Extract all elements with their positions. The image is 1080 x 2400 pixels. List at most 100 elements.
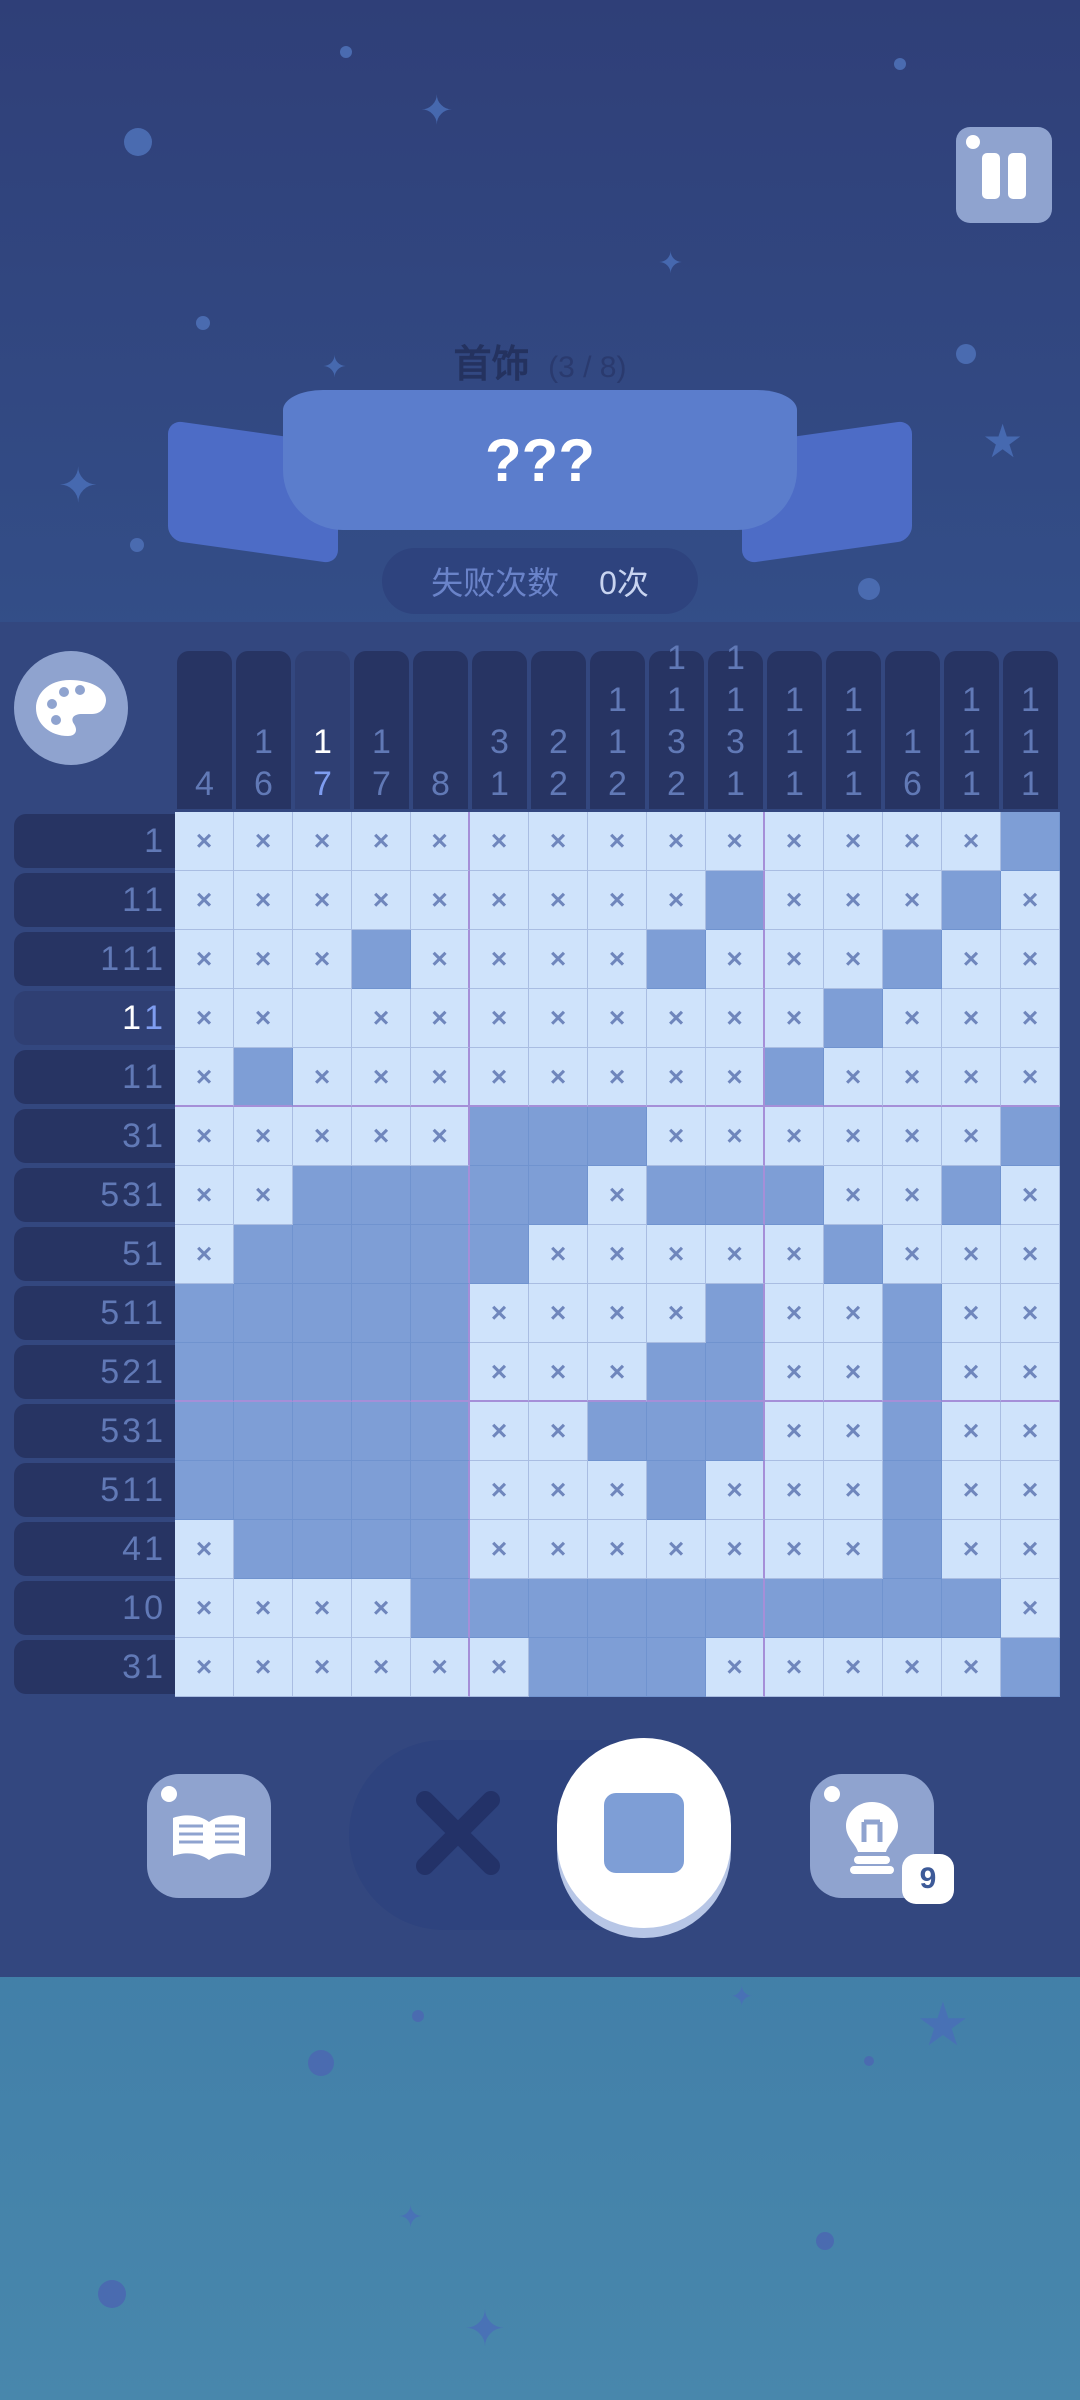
grid-cell-filled[interactable] [706,871,765,930]
grid-cell-filled[interactable] [293,1343,352,1402]
grid-cell-crossed[interactable]: × [942,1638,1001,1697]
grid-cell-crossed[interactable]: × [411,812,470,871]
grid-cell-crossed[interactable]: × [470,989,529,1048]
grid-cell-crossed[interactable]: × [883,812,942,871]
grid-cell-filled[interactable] [647,1402,706,1461]
grid-cell-filled[interactable] [647,1166,706,1225]
grid-cell-crossed[interactable]: × [706,1638,765,1697]
grid-cell-crossed[interactable]: × [588,1225,647,1284]
grid-cell-filled[interactable] [234,1343,293,1402]
grid-cell-filled[interactable] [824,1225,883,1284]
grid-cell-crossed[interactable]: × [470,1638,529,1697]
grid-cell-filled[interactable] [883,1284,942,1343]
grid-cell-filled[interactable] [706,1343,765,1402]
grid-cell-crossed[interactable]: × [529,871,588,930]
grid-cell-filled[interactable] [175,1461,234,1520]
grid-cell-crossed[interactable]: × [824,871,883,930]
grid-cell-filled[interactable] [411,1402,470,1461]
grid-cell-crossed[interactable]: × [765,930,824,989]
grid-cell-crossed[interactable]: × [411,1107,470,1166]
grid-cell-filled[interactable] [352,930,411,989]
grid-cell-filled[interactable] [647,930,706,989]
grid-cell-filled[interactable] [352,1225,411,1284]
grid-cell-crossed[interactable]: × [293,1638,352,1697]
grid-cell-filled[interactable] [588,1107,647,1166]
grid-cell-crossed[interactable]: × [470,812,529,871]
grid-cell-crossed[interactable]: × [352,1638,411,1697]
grid-cell-filled[interactable] [411,1284,470,1343]
grid-cell-filled[interactable] [647,1343,706,1402]
grid-cell-crossed[interactable]: × [1001,1284,1060,1343]
grid-cell-filled[interactable] [883,930,942,989]
grid-cell-crossed[interactable]: × [1001,1048,1060,1107]
grid-cell-crossed[interactable]: × [1001,1579,1060,1638]
grid-cell-filled[interactable] [234,1284,293,1343]
grid-cell-crossed[interactable]: × [883,1048,942,1107]
grid-cell-filled[interactable] [470,1225,529,1284]
grid-cell-filled[interactable] [411,1166,470,1225]
grid-cell-crossed[interactable]: × [588,1166,647,1225]
grid-cell-crossed[interactable]: × [765,989,824,1048]
grid-cell-crossed[interactable]: × [765,1343,824,1402]
grid-cell-crossed[interactable]: × [529,1048,588,1107]
grid-cell-crossed[interactable]: × [824,1284,883,1343]
grid-cell-crossed[interactable]: × [234,1166,293,1225]
grid-cell-crossed[interactable]: × [529,1402,588,1461]
grid-cell-crossed[interactable]: × [942,989,1001,1048]
grid-cell-filled[interactable] [765,1166,824,1225]
grid-cell-filled[interactable] [234,1520,293,1579]
grid-cell-crossed[interactable]: × [175,812,234,871]
grid-cell-filled[interactable] [942,871,1001,930]
grid-cell-crossed[interactable]: × [293,812,352,871]
grid-cell-filled[interactable] [352,1284,411,1343]
grid-cell-filled[interactable] [411,1225,470,1284]
grid-cell-crossed[interactable]: × [175,930,234,989]
grid-cell-crossed[interactable]: × [942,1520,1001,1579]
grid-cell-crossed[interactable]: × [883,989,942,1048]
grid-cell-crossed[interactable]: × [647,1225,706,1284]
grid-cell-crossed[interactable]: × [529,1461,588,1520]
grid-cell-crossed[interactable]: × [470,1343,529,1402]
grid-cell-crossed[interactable]: × [352,1107,411,1166]
grid-cell-crossed[interactable]: × [588,812,647,871]
grid-cell-filled[interactable] [234,1048,293,1107]
grid-cell-filled[interactable] [411,1579,470,1638]
grid-cell-crossed[interactable]: × [529,1343,588,1402]
grid-cell-filled[interactable] [706,1579,765,1638]
grid-cell-filled[interactable] [588,1402,647,1461]
grid-cell-filled[interactable] [470,1107,529,1166]
grid-cell-crossed[interactable]: × [706,1107,765,1166]
grid-cell-crossed[interactable]: × [175,1107,234,1166]
puzzle-grid[interactable]: × × × × × × × × × × × × × × × × × × × × × × × × × × × × × × × × × × × × × × × ×… [175,812,1060,1697]
grid-cell-filled[interactable] [1001,812,1060,871]
grid-cell-filled[interactable] [1001,1638,1060,1697]
grid-cell-filled[interactable] [647,1638,706,1697]
grid-cell-filled[interactable] [293,1461,352,1520]
grid-cell-filled[interactable] [175,1343,234,1402]
grid-cell-crossed[interactable]: × [411,871,470,930]
grid-cell-filled[interactable] [352,1402,411,1461]
grid-cell-filled[interactable] [175,1284,234,1343]
grid-cell-crossed[interactable]: × [647,1284,706,1343]
grid-cell-crossed[interactable]: × [942,1225,1001,1284]
grid-cell-filled[interactable] [942,1579,1001,1638]
grid-cell-filled[interactable] [411,1461,470,1520]
grid-cell-filled[interactable] [883,1579,942,1638]
grid-cell-crossed[interactable]: × [942,1107,1001,1166]
grid-cell-crossed[interactable]: × [824,930,883,989]
grid-cell-crossed[interactable]: × [293,871,352,930]
grid-cell-crossed[interactable]: × [942,1284,1001,1343]
grid-cell-crossed[interactable]: × [175,1225,234,1284]
grid-cell-crossed[interactable]: × [588,1048,647,1107]
grid-cell-crossed[interactable]: × [647,1048,706,1107]
grid-cell-filled[interactable] [470,1579,529,1638]
grid-cell-filled[interactable] [883,1520,942,1579]
grid-cell-crossed[interactable]: × [824,1461,883,1520]
grid-cell-crossed[interactable]: × [647,1107,706,1166]
grid-cell-filled[interactable] [411,1520,470,1579]
cross-mode-button[interactable] [408,1783,508,1883]
grid-cell-crossed[interactable]: × [588,930,647,989]
grid-cell-crossed[interactable]: × [411,1638,470,1697]
grid-cell-crossed[interactable]: × [706,1048,765,1107]
grid-cell-crossed[interactable]: × [1001,1225,1060,1284]
